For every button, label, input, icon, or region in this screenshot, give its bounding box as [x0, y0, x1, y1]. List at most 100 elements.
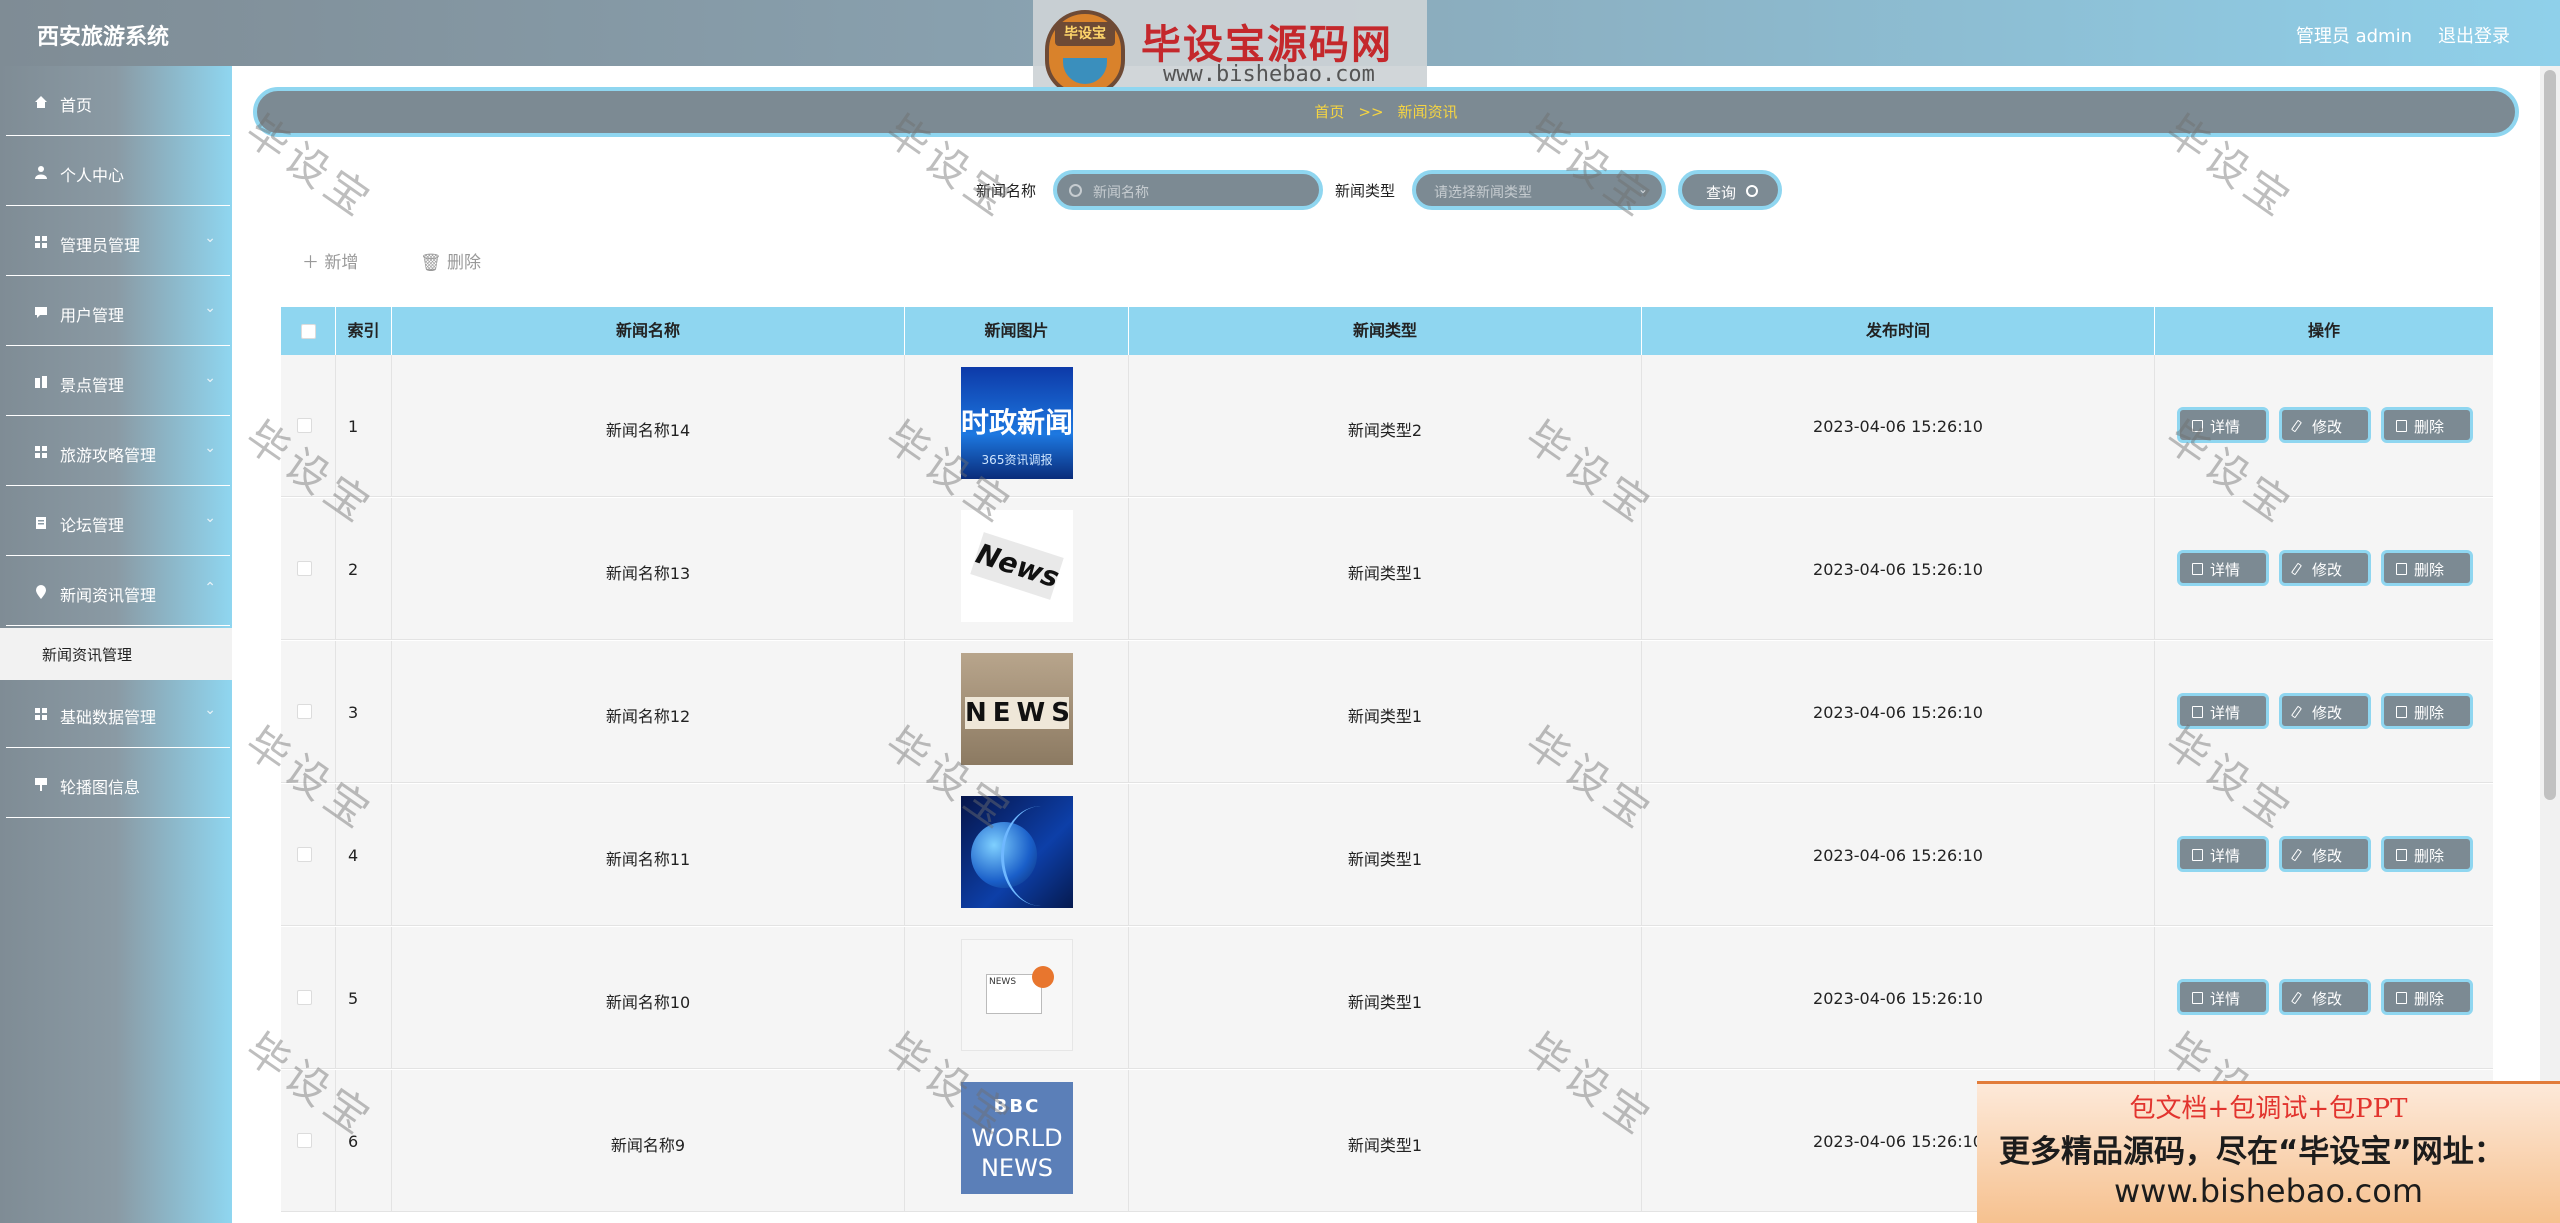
- row-checkbox[interactable]: [297, 1133, 312, 1148]
- search-icon: [1746, 185, 1758, 197]
- sidebar-item-attractions[interactable]: 景点管理 ⌄: [6, 348, 230, 416]
- edit-button[interactable]: 修改: [2279, 407, 2371, 443]
- detail-button[interactable]: 详情: [2177, 979, 2269, 1015]
- chevron-down-icon: ⌄: [204, 300, 216, 316]
- news-image-globe: [961, 796, 1073, 908]
- edit-button[interactable]: 修改: [2279, 836, 2371, 872]
- detail-button-label: 详情: [2210, 418, 2241, 436]
- row-news-name: 新闻名称11: [605, 850, 691, 869]
- row-image-cell: 时政新闻 365资讯调报: [905, 355, 1129, 497]
- row-checkbox[interactable]: [297, 561, 312, 576]
- detail-button-label: 详情: [2210, 847, 2241, 865]
- pencil-icon: [2291, 562, 2302, 576]
- sidebar-item-label: 基础数据管理: [60, 708, 157, 727]
- add-button[interactable]: ＋ 新增: [302, 248, 358, 273]
- detail-button[interactable]: 详情: [2177, 550, 2269, 586]
- sidebar-item-guides[interactable]: 旅游攻略管理 ⌄: [6, 418, 230, 486]
- sidebar-item-label: 用户管理: [60, 306, 125, 325]
- row-index-cell: 4: [336, 784, 392, 926]
- row-checkbox[interactable]: [297, 418, 312, 433]
- chevron-down-icon: ⌄: [204, 510, 216, 526]
- row-checkbox[interactable]: [297, 704, 312, 719]
- news-type-placeholder: 请选择新闻类型: [1434, 185, 1532, 201]
- row-news-type: 新闻类型2: [1347, 421, 1423, 440]
- sidebar-item-label: 论坛管理: [60, 516, 125, 535]
- column-header-type: 新闻类型: [1129, 307, 1642, 355]
- sidebar-item-profile[interactable]: 个人中心: [6, 138, 230, 206]
- row-checkbox[interactable]: [297, 847, 312, 862]
- row-index: 5: [348, 989, 359, 1008]
- sidebar: 首页 个人中心 管理员管理 ⌄ 用户管理 ⌄ 景点管理 ⌄ 旅游攻略管理 ⌄ 论…: [0, 66, 232, 1223]
- delete-button[interactable]: 删除: [2381, 693, 2473, 729]
- edit-button[interactable]: 修改: [2279, 979, 2371, 1015]
- document-icon: [2192, 563, 2203, 575]
- breadcrumb-home[interactable]: 首页: [1314, 103, 1344, 121]
- promo-ad-line3: www.bishebao.com: [2113, 1172, 2424, 1210]
- brand-logo-icon: 毕设宝: [1045, 10, 1125, 96]
- delete-button[interactable]: 删除: [2381, 550, 2473, 586]
- edit-button-label: 修改: [2312, 847, 2343, 865]
- row-time-cell: 2023-04-06 15:26:10: [1642, 498, 2155, 640]
- column-header-actions: 操作: [2307, 321, 2340, 340]
- row-actions-cell: 详情 修改 删除: [2155, 355, 2493, 497]
- logout-link[interactable]: 退出登录: [2438, 22, 2510, 48]
- select-all-checkbox[interactable]: [301, 324, 316, 339]
- sidebar-item-carousel[interactable]: 轮播图信息: [6, 750, 230, 818]
- promo-ad-line1: 包文档+包调试+包PPT: [2129, 1094, 2408, 1124]
- row-image-cell: BBC WORLD NEWS: [905, 1070, 1129, 1212]
- news-type-select[interactable]: 请选择新闻类型 ⌄: [1412, 170, 1666, 210]
- news-image-caption: NEWS: [980, 1154, 1054, 1182]
- document-icon: [2192, 992, 2203, 1004]
- sidebar-item-forum[interactable]: 论坛管理 ⌄: [6, 488, 230, 556]
- row-select-cell: [281, 1070, 336, 1212]
- row-checkbox[interactable]: [297, 990, 312, 1005]
- row-index-cell: 2: [336, 498, 392, 640]
- news-image-blocks: NEWS: [961, 653, 1073, 765]
- grid-icon: [35, 708, 47, 720]
- select-all-cell: [281, 307, 336, 355]
- location-icon: [36, 585, 46, 599]
- delete-button[interactable]: 删除: [2381, 979, 2473, 1015]
- row-time-cell: 2023-04-06 15:26:10: [1642, 784, 2155, 926]
- delete-button[interactable]: 删除: [2381, 407, 2473, 443]
- delete-button-label: 删除: [447, 253, 481, 273]
- page-scrollbar-thumb[interactable]: [2544, 70, 2556, 800]
- edit-button[interactable]: 修改: [2279, 550, 2371, 586]
- news-image-politics: 时政新闻 365资讯调报: [961, 367, 1073, 479]
- row-news-type: 新闻类型1: [1347, 1136, 1423, 1155]
- sidebar-item-news[interactable]: 新闻资讯管理 ⌃: [6, 558, 230, 626]
- sidebar-item-home[interactable]: 首页: [6, 68, 230, 136]
- promo-ad[interactable]: 包文档+包调试+包PPT 更多精品源码，尽在“毕设宝”网址： www.bishe…: [1977, 1081, 2560, 1223]
- delete-button-label: 删除: [2414, 561, 2445, 579]
- chevron-down-icon: ⌄: [1637, 182, 1648, 196]
- news-image-subcaption: 365资讯调报: [981, 453, 1053, 467]
- document-icon: [2192, 706, 2203, 718]
- submenu-item-news-management[interactable]: 新闻资讯管理: [0, 628, 232, 680]
- row-news-name: 新闻名称12: [605, 707, 691, 726]
- query-button[interactable]: 查询: [1678, 170, 1782, 210]
- row-publish-time: 2023-04-06 15:26:10: [1813, 703, 1983, 722]
- delete-button-label: 删除: [2414, 704, 2445, 722]
- row-image-cell: News: [905, 498, 1129, 640]
- detail-button[interactable]: 详情: [2177, 407, 2269, 443]
- sidebar-item-admin[interactable]: 管理员管理 ⌄: [6, 208, 230, 276]
- edit-button-label: 修改: [2312, 990, 2343, 1008]
- column-header-time: 发布时间: [1642, 307, 2155, 355]
- row-name-cell: 新闻名称10: [392, 927, 905, 1069]
- detail-button[interactable]: 详情: [2177, 693, 2269, 729]
- sidebar-item-label: 景点管理: [60, 376, 125, 395]
- row-news-name: 新闻名称9: [610, 1136, 686, 1155]
- sidebar-item-users[interactable]: 用户管理 ⌄: [6, 278, 230, 346]
- news-image-paper: NEWS: [961, 939, 1073, 1051]
- sidebar-item-label: 轮播图信息: [60, 778, 141, 797]
- edit-button[interactable]: 修改: [2279, 693, 2371, 729]
- delete-button[interactable]: 删除: [2381, 836, 2473, 872]
- detail-button[interactable]: 详情: [2177, 836, 2269, 872]
- news-image-caption: News: [970, 532, 1064, 600]
- row-name-cell: 新闻名称13: [392, 498, 905, 640]
- news-name-input[interactable]: 新闻名称: [1053, 170, 1323, 210]
- table-header: 索引 新闻名称 新闻图片 新闻类型 发布时间 操作: [281, 307, 2493, 355]
- delete-selected-button[interactable]: 🗑 删除: [420, 248, 481, 273]
- sidebar-item-basic-data[interactable]: 基础数据管理 ⌄: [6, 680, 230, 748]
- delete-button-label: 删除: [2414, 847, 2445, 865]
